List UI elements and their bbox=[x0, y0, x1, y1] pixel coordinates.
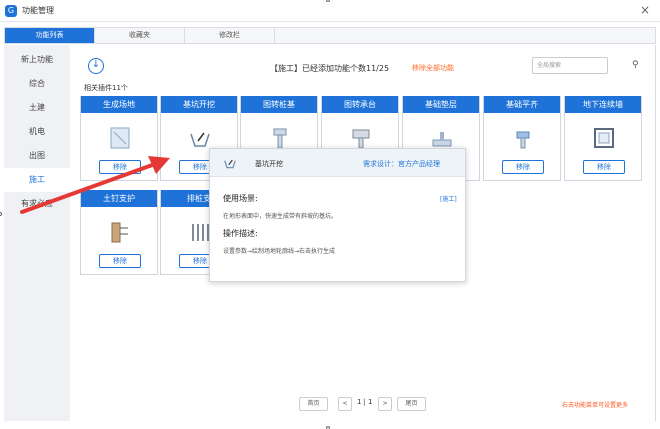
resize-handle-left[interactable] bbox=[0, 212, 2, 216]
remove-button[interactable]: 移除 bbox=[583, 160, 625, 174]
download-icon[interactable]: ↓ bbox=[88, 58, 104, 74]
hint-text: 右击功能菜单可设置更多 bbox=[562, 402, 629, 409]
function-detail-popup: 基坑开挖 需求设计：官方产品经理 使用场景: [施工] 在地形表面中，快速生成带… bbox=[209, 148, 466, 282]
sidebar-item-mep[interactable]: 机电 bbox=[4, 120, 70, 144]
tab-bar: 功能列表 收藏夹 修改栏 bbox=[4, 27, 656, 44]
pile-icon bbox=[273, 128, 287, 149]
tab-modify-bar[interactable]: 修改栏 bbox=[185, 28, 275, 43]
next-page-button[interactable]: > bbox=[378, 397, 392, 411]
wall-icon bbox=[594, 128, 614, 148]
card-title: 土钉支护 bbox=[81, 190, 157, 207]
remove-button[interactable]: 移除 bbox=[99, 254, 141, 268]
prev-page-button[interactable]: < bbox=[338, 397, 352, 411]
total-pages: 1 bbox=[368, 398, 373, 406]
excavation-icon bbox=[190, 132, 210, 147]
title-bar: G 功能管理 × bbox=[0, 0, 660, 22]
popup-designer: 需求设计：官方产品经理 bbox=[363, 160, 440, 168]
scene-text: 在地形表面中，快速生成带有斜坡的基坑。 bbox=[223, 213, 338, 220]
sidebar-item-construction[interactable]: 施工 bbox=[4, 168, 70, 192]
scene-label: 使用场景: bbox=[223, 194, 258, 203]
cushion-icon bbox=[432, 132, 452, 147]
tab-favorites[interactable]: 收藏夹 bbox=[95, 28, 185, 43]
sidebar: 新上功能 综合 土建 机电 出图 施工 有求必应 bbox=[4, 45, 70, 421]
card-diaphragm-wall[interactable]: 地下连续墙 移除 bbox=[564, 96, 642, 181]
card-title: 基坑开挖 bbox=[161, 96, 237, 113]
card-align[interactable]: 基础平齐 移除 bbox=[483, 96, 561, 181]
card-title: 生成场地 bbox=[81, 96, 157, 113]
last-page-button[interactable]: 尾页 bbox=[397, 397, 426, 411]
card-title: 图转桩基 bbox=[241, 96, 317, 113]
sidebar-item-civil[interactable]: 土建 bbox=[4, 96, 70, 120]
sidebar-item-drawing[interactable]: 出图 bbox=[4, 144, 70, 168]
first-page-button[interactable]: 首页 bbox=[299, 397, 328, 411]
category-tag[interactable]: [施工] bbox=[440, 194, 457, 203]
excavation-icon bbox=[224, 159, 236, 169]
popup-header: 基坑开挖 需求设计：官方产品经理 bbox=[210, 149, 465, 177]
sidebar-item-requests[interactable]: 有求必应 bbox=[4, 192, 70, 216]
card-title: 基础平齐 bbox=[484, 96, 560, 113]
soil-nail-icon bbox=[111, 222, 128, 243]
remove-button[interactable]: 移除 bbox=[502, 160, 544, 174]
card-site[interactable]: 生成场地 移除 bbox=[80, 96, 158, 181]
card-soil-nail[interactable]: 土钉支护 移除 bbox=[80, 190, 158, 275]
card-title: 图转承台 bbox=[322, 96, 398, 113]
card-title: 地下连续墙 bbox=[565, 96, 641, 113]
site-icon bbox=[110, 127, 130, 149]
description-label: 操作描述: bbox=[223, 229, 258, 238]
popup-title: 基坑开挖 bbox=[255, 160, 283, 168]
window-title: 功能管理 bbox=[22, 6, 54, 15]
remove-button[interactable]: 移除 bbox=[99, 160, 141, 174]
search-input[interactable]: 全局搜索 bbox=[532, 57, 608, 74]
description-text: 设置参数→绘制场地轮廓线→右击执行生成 bbox=[223, 248, 336, 255]
plugin-count: 相关插件11个 bbox=[84, 84, 128, 92]
pile-cap-icon bbox=[352, 129, 370, 149]
tab-spacer bbox=[275, 28, 655, 43]
current-page: 1 bbox=[357, 398, 362, 406]
card-title: 基础垫层 bbox=[403, 96, 479, 113]
sidebar-item-general[interactable]: 综合 bbox=[4, 72, 70, 96]
app-icon: G bbox=[5, 5, 17, 17]
status-text: 【施工】已经添加功能个数11/25 bbox=[270, 64, 390, 73]
close-icon[interactable]: × bbox=[640, 3, 650, 17]
tab-function-list[interactable]: 功能列表 bbox=[5, 28, 95, 43]
align-icon bbox=[516, 131, 530, 149]
remove-all-link[interactable]: 移除全部功能 bbox=[412, 63, 454, 73]
sidebar-item-new[interactable]: 新上功能 bbox=[4, 48, 70, 72]
search-icon[interactable]: ⚲ bbox=[632, 60, 639, 70]
page-separator: | bbox=[363, 398, 366, 406]
